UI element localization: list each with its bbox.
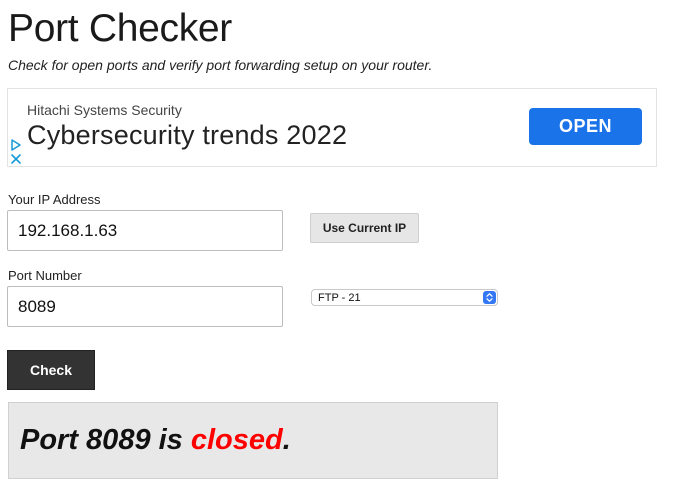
result-prefix: Port 8089 is	[20, 424, 191, 456]
port-number-label: Port Number	[8, 268, 82, 283]
ip-address-label: Your IP Address	[8, 192, 101, 207]
ip-address-input[interactable]	[7, 210, 283, 251]
result-status: closed	[190, 424, 283, 456]
port-checker-page: Port Checker Check for open ports and ve…	[0, 0, 682, 500]
page-title: Port Checker	[8, 7, 232, 50]
ad-choices-icon[interactable]	[10, 139, 22, 151]
port-number-input[interactable]	[7, 286, 283, 327]
ad-open-button[interactable]: OPEN	[529, 108, 642, 145]
result-suffix: .	[282, 424, 291, 456]
result-box: Port 8089 is closed.	[8, 402, 498, 479]
check-button[interactable]: Check	[7, 350, 95, 390]
service-port-selected: FTP - 21	[318, 291, 361, 304]
ad-banner[interactable]: Hitachi Systems Security Cybersecurity t…	[7, 88, 657, 167]
close-icon[interactable]	[10, 153, 22, 165]
ad-headline[interactable]: Cybersecurity trends 2022	[27, 120, 347, 151]
service-port-select[interactable]: FTP - 21	[311, 289, 498, 306]
ad-brand: Hitachi Systems Security	[27, 102, 182, 118]
chevron-up-down-icon	[483, 291, 496, 304]
use-current-ip-button[interactable]: Use Current IP	[310, 213, 419, 243]
page-subtitle: Check for open ports and verify port for…	[8, 57, 433, 73]
